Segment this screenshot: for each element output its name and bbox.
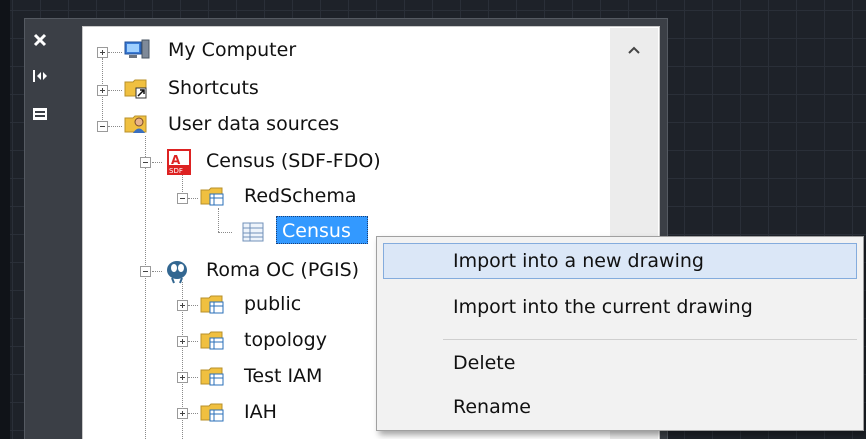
- tree-connector: [188, 198, 198, 199]
- computer-icon: [124, 38, 150, 62]
- palette-title-bar: [24, 18, 54, 439]
- tree-item-public[interactable]: public: [244, 292, 301, 316]
- tree-item-shortcuts[interactable]: Shortcuts: [168, 76, 259, 100]
- menu-item-rename[interactable]: Rename: [383, 389, 857, 425]
- tree-connector: [218, 232, 232, 233]
- shortcut-folder-icon: [124, 76, 150, 100]
- postgis-icon: [164, 258, 190, 284]
- tree-connector: [188, 413, 198, 414]
- tree-item-my-computer[interactable]: My Computer: [168, 38, 296, 62]
- auto-hide-icon[interactable]: [30, 66, 50, 86]
- menu-item-delete[interactable]: Delete: [383, 345, 857, 381]
- schema-folder-icon: [200, 400, 226, 424]
- tree-connector: [145, 136, 146, 439]
- schema-folder-icon: [200, 364, 226, 388]
- tree-connector: [152, 162, 162, 163]
- collapse-button[interactable]: [177, 193, 188, 204]
- properties-icon[interactable]: [30, 104, 50, 124]
- menu-separator: [443, 339, 857, 340]
- tree-connector: [108, 90, 122, 91]
- expand-button[interactable]: [177, 300, 188, 311]
- tree-connector: [188, 305, 198, 306]
- tree-item-census-sdf[interactable]: Census (SDF-FDO): [206, 149, 381, 173]
- table-icon: [240, 220, 266, 244]
- schema-folder-icon: [200, 184, 226, 208]
- tree-connector: [218, 208, 219, 232]
- tree-item-topology[interactable]: topology: [244, 328, 327, 352]
- tree-connector: [188, 341, 198, 342]
- menu-item-import-current-drawing[interactable]: Import into the current drawing: [383, 289, 857, 325]
- user-folder-icon: [124, 112, 150, 136]
- menu-item-import-new-drawing[interactable]: Import into a new drawing: [383, 243, 857, 279]
- schema-folder-icon: [200, 328, 226, 352]
- svg-text:SDF: SDF: [169, 167, 183, 175]
- tree-item-redschema[interactable]: RedSchema: [244, 184, 357, 208]
- expand-button[interactable]: [177, 336, 188, 347]
- tree-item-roma-oc[interactable]: Roma OC (PGIS): [206, 258, 359, 282]
- close-icon[interactable]: [30, 30, 50, 50]
- expand-button[interactable]: [97, 47, 108, 58]
- schema-folder-icon: [200, 292, 226, 316]
- expand-button[interactable]: [177, 408, 188, 419]
- tree-item-test-iam[interactable]: Test IAM: [244, 364, 322, 388]
- sdf-icon: A SDF: [166, 148, 192, 175]
- tree-connector: [108, 52, 122, 53]
- svg-text:A: A: [171, 153, 181, 167]
- tree-item-census-table[interactable]: Census: [282, 219, 351, 243]
- collapse-button[interactable]: [140, 266, 151, 277]
- tree-connector: [188, 377, 198, 378]
- tree-item-user-data-sources[interactable]: User data sources: [168, 112, 339, 136]
- tree-connector: [108, 126, 122, 127]
- context-menu: Import into a new drawing Import into th…: [376, 236, 864, 431]
- expand-button[interactable]: [177, 372, 188, 383]
- collapse-button[interactable]: [97, 121, 108, 132]
- tree-item-iah[interactable]: IAH: [244, 400, 277, 424]
- tree-connector: [152, 271, 162, 272]
- collapse-button[interactable]: [140, 157, 151, 168]
- scroll-up-icon[interactable]: [622, 40, 646, 60]
- drawing-area-edge: [0, 0, 10, 439]
- expand-button[interactable]: [97, 85, 108, 96]
